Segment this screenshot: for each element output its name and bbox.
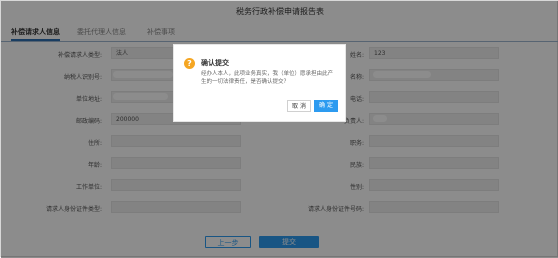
- question-icon: ?: [184, 58, 195, 69]
- modal-overlay[interactable]: [1, 1, 558, 258]
- dialog-message: 经办人本人，此项业务真实，我（单位）愿承担由此产生的一切法律责任，是否确认提交？: [201, 71, 334, 85]
- report-form-page: 税务行政补偿申请报告表 补偿请求人信息 委托代理人信息 补偿事项 补偿请求人类型…: [0, 0, 558, 258]
- confirm-submit-dialog: ? 确认提交 经办人本人，此项业务真实，我（单位）愿承担由此产生的一切法律责任，…: [173, 44, 346, 122]
- dialog-title: 确认提交: [201, 59, 229, 67]
- cancel-button[interactable]: 取 消: [287, 100, 311, 112]
- confirm-button[interactable]: 确 定: [314, 100, 338, 112]
